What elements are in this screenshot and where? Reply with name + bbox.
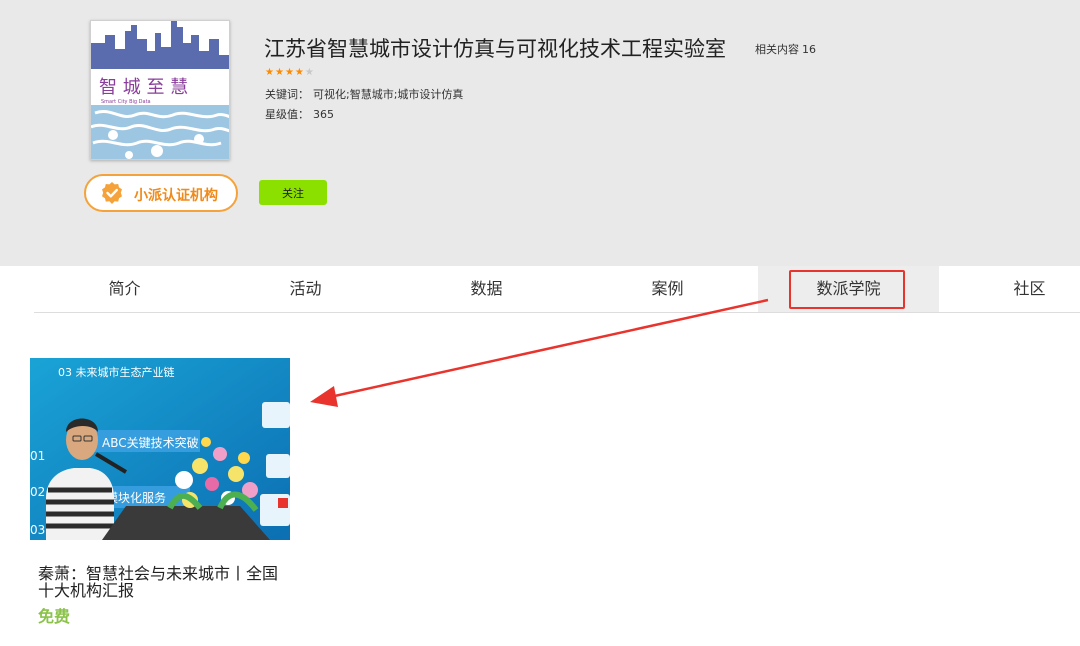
course-price: 免费 (38, 607, 71, 626)
speaker-photo-icon: 03 未来城市生态产业链 ABC关键技术突破 模块化服务 01 02 03 (30, 358, 290, 540)
svg-text:ABC关键技术突破: ABC关键技术突破 (102, 435, 199, 450)
tab-cases[interactable]: 案例 (577, 266, 758, 312)
org-title: 江苏省智慧城市设计仿真与可视化技术工程实验室 (264, 37, 726, 61)
tab-bar: 简介 活动 数据 案例 数派学院 社区 (34, 266, 1080, 313)
svg-text:03 未来城市生态产业链: 03 未来城市生态产业链 (58, 365, 175, 379)
svg-text:Smart City Big Data: Smart City Big Data (101, 99, 151, 105)
tab-activities[interactable]: 活动 (215, 266, 396, 312)
svg-text:02: 02 (30, 485, 45, 499)
star-filled-icon: ★ (284, 67, 295, 78)
verified-label: 小派认证机构 (134, 188, 218, 204)
star-empty-icon: ★ (304, 67, 315, 78)
tab-intro[interactable]: 简介 (34, 266, 215, 312)
keywords-label: 关键词： (265, 88, 309, 101)
follow-button[interactable]: 关注 (259, 180, 327, 205)
smart-city-logo-icon: 智 城 至 慧 Smart City Big Data (91, 21, 229, 159)
keywords-value: 可视化;智慧城市;城市设计仿真 (313, 88, 464, 101)
keywords-row: 关键词： 可视化;智慧城市;城市设计仿真 (265, 86, 463, 102)
svg-text:01: 01 (30, 449, 45, 463)
verified-org-badge: 小派认证机构 (84, 174, 238, 212)
related-content-count[interactable]: 相关内容 16 (755, 41, 816, 57)
tab-community[interactable]: 社区 (939, 266, 1080, 312)
star-value: 365 (313, 108, 334, 121)
svg-text:智 城 至 慧: 智 城 至 慧 (99, 77, 188, 98)
verified-check-icon (102, 182, 122, 204)
svg-text:模块化服务: 模块化服务 (106, 490, 166, 505)
tab-academy[interactable]: 数派学院 (758, 266, 939, 312)
star-filled-icon: ★ (274, 67, 285, 78)
star-filled-icon: ★ (294, 67, 305, 78)
course-card[interactable]: 03 未来城市生态产业链 ABC关键技术突破 模块化服务 01 02 03 秦萧… (30, 358, 290, 627)
course-title[interactable]: 秦萧：智慧社会与未来城市丨全国十大机构汇报 (38, 565, 283, 599)
svg-text:03: 03 (30, 523, 45, 537)
rating-stars: ★★★★★ (265, 67, 315, 78)
course-thumbnail[interactable]: 03 未来城市生态产业链 ABC关键技术突破 模块化服务 01 02 03 (30, 358, 290, 540)
related-label: 相关内容 (755, 43, 799, 56)
star-filled-icon: ★ (265, 67, 275, 78)
org-logo: 智 城 至 慧 Smart City Big Data (90, 20, 230, 160)
star-value-label: 星级值： (265, 108, 309, 121)
related-count: 16 (802, 43, 816, 56)
org-header: 智 城 至 慧 Smart City Big Data 江苏省智慧城市设计仿真与… (0, 0, 1080, 266)
star-value-row: 星级值： 365 (265, 106, 334, 122)
tab-data[interactable]: 数据 (396, 266, 577, 312)
